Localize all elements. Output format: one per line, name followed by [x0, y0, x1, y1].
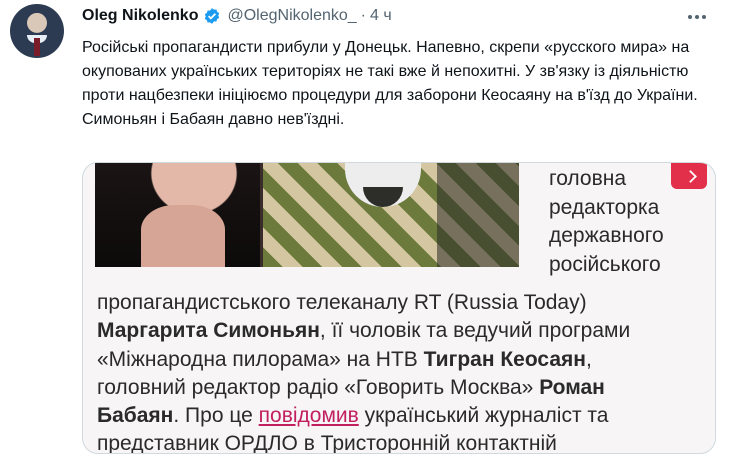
avatar-tie	[34, 38, 40, 56]
article-link[interactable]: повідомив	[259, 404, 359, 427]
tweet-header: Oleg Nikolenko @OlegNikolenko_ · 4 ч	[82, 4, 392, 28]
tweet-body: Російські пропагандисти прибули у Донець…	[82, 39, 698, 128]
article-line: «Міжнародна пилорама» на НТВ Тигран Кеос…	[97, 347, 592, 371]
side-line: редакторка	[549, 195, 660, 219]
author-name[interactable]: Oleg Nikolenko	[82, 7, 198, 25]
person-name: Тигран Кеосаян	[423, 347, 586, 371]
photo-skin	[141, 205, 225, 267]
tweet-media-image[interactable]: головна редакторка державного російськог…	[82, 162, 716, 454]
media-article-text: пропагандистського телеканалу RT (Russia…	[97, 289, 707, 454]
more-options-icon[interactable]	[686, 6, 708, 28]
news-photo	[95, 163, 519, 267]
side-line: державного	[549, 224, 664, 247]
person-name: Бабаян	[97, 404, 174, 428]
tweet[interactable]: Oleg Nikolenko @OlegNikolenko_ · 4 ч Рос…	[0, 0, 730, 454]
author-handle[interactable]: @OlegNikolenko_	[227, 7, 356, 25]
side-line: головна	[549, 167, 627, 190]
side-line: російського	[549, 252, 661, 276]
article-line: представник ОРДЛО в Тристоронній контакт…	[97, 432, 557, 454]
avatar[interactable]	[10, 4, 64, 58]
header-separator: ·	[360, 7, 366, 24]
article-line: головний редактор радіо «Говорить Москва…	[97, 375, 605, 399]
photo-shadow	[437, 163, 519, 267]
person-name: Роман	[539, 375, 605, 399]
article-line: Бабаян. Про це повідомив український жур…	[97, 404, 609, 428]
article-line: пропагандистського телеканалу RT (Russia…	[97, 291, 587, 314]
media-side-text: головна редакторка державного російськог…	[549, 165, 709, 279]
person-name: Маргарита Симоньян	[97, 319, 320, 343]
tweet-timestamp[interactable]: 4 ч	[370, 7, 392, 25]
article-line: Маргарита Симоньян, її чоловік та ведучи…	[97, 319, 631, 343]
tweet-text: Російські пропагандисти прибули у Донець…	[82, 36, 718, 132]
verified-badge-icon	[205, 8, 220, 24]
